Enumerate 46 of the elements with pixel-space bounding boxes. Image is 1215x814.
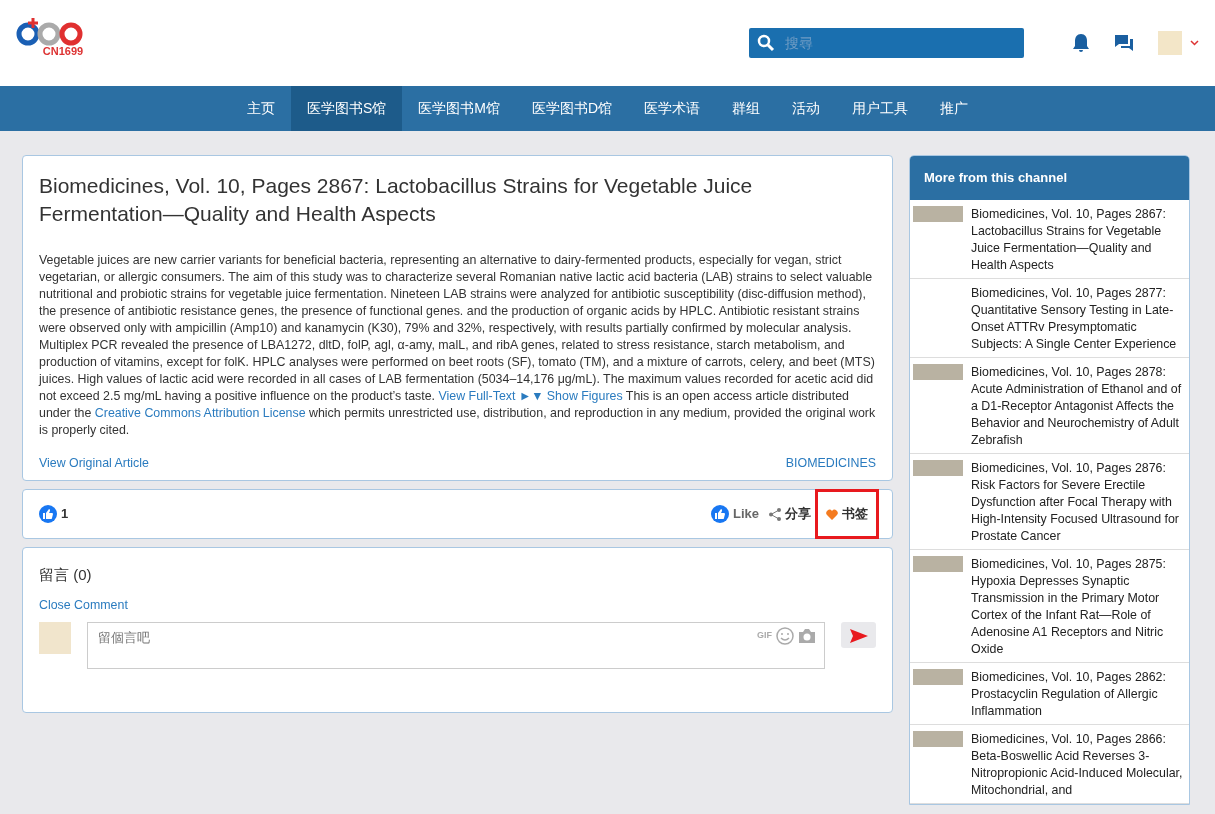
related-article-link[interactable]: Biomedicines, Vol. 10, Pages 2878: Acute Administration of Ethanol and of a D1-Receptor Antagonist Affects the Behavior and Neurochemistry of Adult Zebrafish: [971, 363, 1185, 449]
share-button[interactable]: 分享: [766, 500, 814, 528]
related-article-link[interactable]: Biomedicines, Vol. 10, Pages 2862: Prostacyclin Regulation of Allergic Inflammation: [971, 668, 1185, 720]
chat-icon[interactable]: [1114, 34, 1134, 52]
view-original-link[interactable]: View Original Article: [39, 455, 149, 472]
thumbs-up-icon: [39, 505, 57, 523]
sidebar-header: More from this channel: [910, 156, 1189, 200]
bookmark-button[interactable]: 书签: [818, 492, 876, 536]
search-field[interactable]: 搜尋: [783, 31, 1003, 55]
search-icon: [757, 34, 775, 52]
nav-tab[interactable]: 医学图书M馆: [402, 86, 516, 131]
send-icon: [849, 628, 868, 643]
thumbs-up-icon: [711, 505, 729, 523]
caret-icon[interactable]: [1190, 40, 1199, 46]
nav-tab[interactable]: 医学术语: [628, 86, 717, 131]
bell-icon[interactable]: [1072, 33, 1090, 53]
journal-link[interactable]: BIOMEDICINES: [785, 455, 876, 472]
nav-tab[interactable]: 群组: [716, 86, 777, 131]
close-comment-link[interactable]: Close Comment: [39, 597, 128, 612]
nav-tab[interactable]: 推广: [924, 86, 985, 131]
related-article-link[interactable]: Biomedicines, Vol. 10, Pages 2877: Quantitative Sensory Testing in Late-Onset ATTRv Presymptomatic Subjects: A Single Center Experience: [971, 284, 1185, 353]
like-count: 1: [61, 505, 69, 524]
inline-link[interactable]: Creative Commons Attribution License: [94, 406, 306, 420]
inline-link[interactable]: ►▼ Show Figures: [518, 389, 623, 403]
article-title: Biomedicines, Vol. 10, Pages 2867: Lactobacillus Strains for Vegetable Juice Fermentation—Quality and Health Aspects: [39, 173, 754, 227]
comments-title: 留言 (0): [39, 565, 93, 585]
user-avatar: [39, 622, 71, 654]
inline-link[interactable]: View Full-Text: [438, 389, 516, 403]
send-button[interactable]: [841, 622, 876, 648]
nav-tab[interactable]: 主页: [230, 86, 291, 131]
related-article-link[interactable]: Biomedicines, Vol. 10, Pages 2867: Lactobacillus Strains for Vegetable Juice Fermentation—Quality and Health Aspects: [971, 205, 1185, 274]
heart-icon: [826, 508, 838, 520]
nav-tab[interactable]: 用户工具: [836, 86, 925, 131]
related-article-link[interactable]: Biomedicines, Vol. 10, Pages 2875: Hypoxia Depresses Synaptic Transmission in the Primary Motor Cortex of the Infant Rat—Role of Adenosine A1 Receptors and Nitric Oxide: [971, 555, 1185, 658]
related-article-link[interactable]: Biomedicines, Vol. 10, Pages 2876: Risk Factors for Severe Erectile Dysfunction after Focal Therapy with High-Intensity Focused Ultrasound for Prostate Cancer: [971, 459, 1185, 545]
nav-tab[interactable]: 医学图书D馆: [515, 86, 629, 131]
nav-tab[interactable]: 活动: [776, 86, 837, 131]
search-bar[interactable]: 搜尋: [749, 28, 1024, 58]
related-article-link[interactable]: Biomedicines, Vol. 10, Pages 2866: Beta-Boswellic Acid Reverses 3-Nitropropionic Acid-Induced Molecular, Mitochondrial, and: [971, 730, 1185, 799]
share-icon: [769, 507, 781, 521]
camera-icon[interactable]: [798, 628, 816, 644]
like-button[interactable]: Like: [708, 500, 762, 528]
abstract-text: Vegetable juices are new carrier variants for beneficial bacteria, representing an alternative to dairy-fermented products, especially for vegan, strict vegetarian, or allergic consumers. The aim of this study was to characterize several Romanian native lactic acid bacteria (LAB) strains to select valuable nutritional and probiotic strains for vegetable juice fermentation. Nineteen LAB strains were analyzed for antibiotic susceptibility (disc-diffusion method), the presence of antibiotic resistance genes, the presence of functional genes. and the production of organic acids by HPLC. Antibiotic resistant strains were observed only with ampicillin (Amp10) and kanamycin (K30), 79% and 32%, respectively, with results partially confirmed by molecular analysis. Multiplex PCR revealed the presence of LBA1272, dltD, folP, agl, α-amy, malL, and ribA genes, related to stress resistance, starch metabolism, and production of vitamins, except for folK. HPLC analyses were performed on beet roots (SF), tomato (TM), and a mixture of carrots, celery, and beet (MTS) juices. High values of lactic acid were recorded in all cases of LAB fermentation (5034–14,176 μg/mL). The maximum values recorded for acetic acid did not exceed 2.5 mg/mL having a positive influence on the product’s taste. View Full-Text ►▼ Show Figures This is an open access article distributed under the Creative Commons Attribution License which permits unrestricted use, distribution, and reproduction in any medium, provided the original work is properly cited.: [39, 252, 876, 439]
logo-text: CN1699: [42, 45, 84, 57]
smiley-icon[interactable]: [776, 627, 794, 645]
nav-tab[interactable]: 医学图书S馆: [290, 86, 403, 131]
